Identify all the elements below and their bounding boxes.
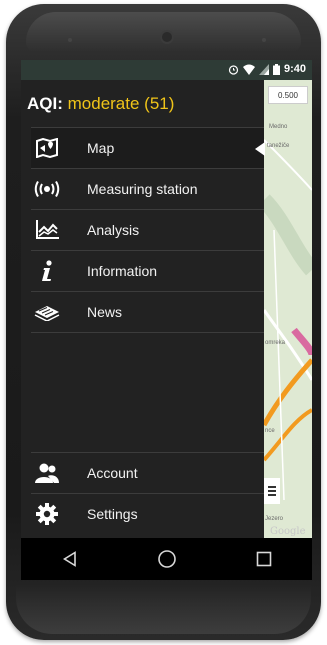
drawer-item-label: Measuring station: [87, 181, 198, 197]
map-menu-button[interactable]: [264, 478, 280, 504]
map-view[interactable]: 0.500 Medno tanežiče omreka nce Jezero G…: [264, 80, 312, 538]
signal-icon: [258, 63, 269, 75]
sensor-dot: [262, 38, 266, 42]
drawer-item-information[interactable]: Information: [31, 250, 264, 291]
map-place-label: nce: [265, 428, 275, 434]
aqi-header: AQI: moderate (51): [27, 94, 174, 114]
drawer-item-settings[interactable]: Settings: [31, 493, 264, 534]
map-place-label: tanežiče: [267, 143, 290, 149]
recents-button[interactable]: [244, 539, 284, 579]
alarm-icon: [228, 64, 239, 75]
wifi-icon: [242, 64, 255, 75]
system-nav-bar: [21, 538, 312, 580]
battery-icon: [272, 63, 280, 75]
map-place-label: Medno: [269, 124, 288, 130]
drawer-item-label: News: [87, 304, 123, 320]
map-place-label: omreka: [265, 340, 286, 346]
account-icon: [31, 459, 63, 487]
aqi-label: AQI:: [27, 94, 63, 113]
drawer-item-map[interactable]: Map: [31, 127, 265, 168]
gear-icon: [31, 500, 63, 528]
drawer-item-label: Map: [87, 140, 115, 156]
screen: 0.500 Medno tanežiče omreka nce Jezero G…: [21, 60, 312, 580]
phone-reflection: [16, 584, 311, 634]
map-place-label: Jezero: [265, 516, 284, 522]
aqi-value: moderate (51): [67, 94, 175, 113]
drawer-item-analysis[interactable]: Analysis: [31, 209, 264, 250]
status-bar: 9:40: [21, 60, 312, 80]
drawer-item-account[interactable]: Account: [31, 452, 264, 493]
map-scale: 0.500: [268, 86, 308, 104]
broadcast-icon: [31, 175, 63, 203]
chart-icon: [31, 216, 63, 244]
back-button[interactable]: [50, 539, 90, 579]
google-attribution: Google: [270, 526, 306, 537]
recents-icon: [256, 551, 271, 567]
drawer-item-label: Analysis: [87, 222, 140, 238]
home-button[interactable]: [147, 539, 187, 579]
info-icon: [31, 257, 63, 285]
drawer-item-measuring-station[interactable]: Measuring station: [31, 168, 264, 209]
news-icon: [31, 298, 63, 326]
drawer-item-label: Account: [87, 465, 138, 481]
back-icon: [62, 551, 76, 567]
front-camera: [160, 30, 174, 44]
divider: [31, 332, 264, 333]
home-icon: [157, 550, 176, 568]
status-time: 9:40: [283, 63, 306, 75]
drawer-item-label: Information: [87, 263, 158, 279]
map-icon: [31, 134, 63, 162]
navigation-drawer: AQI: moderate (51) Map Measuring station…: [21, 80, 265, 538]
sensor-dot: [68, 38, 72, 42]
drawer-item-news[interactable]: News: [31, 291, 264, 332]
drawer-item-label: Settings: [87, 506, 138, 522]
